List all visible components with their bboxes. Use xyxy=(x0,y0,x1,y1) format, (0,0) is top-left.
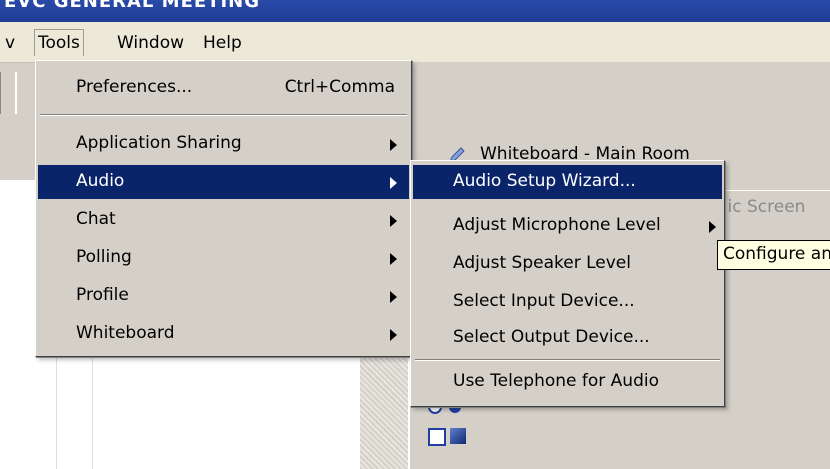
title-bar: EVC GENERAL MEETING xyxy=(0,0,830,22)
audio-submenu: Audio Setup Wizard... Adjust Microphone … xyxy=(410,160,725,407)
submenu-arrow-icon xyxy=(390,291,397,303)
menu-item-audio[interactable]: Audio xyxy=(38,165,409,199)
menu-item-label: Chat xyxy=(76,209,116,229)
tab-public-screen[interactable]: blic Screen xyxy=(712,197,805,217)
menu-item-polling[interactable]: Polling xyxy=(38,241,409,275)
menu-item-use-telephone-for-audio[interactable]: Use Telephone for Audio xyxy=(413,365,722,399)
filled-rectangle-tool-icon[interactable] xyxy=(450,428,466,444)
menu-item-select-input-device[interactable]: Select Input Device... xyxy=(413,285,722,319)
menubar-item-view[interactable]: v xyxy=(2,30,18,56)
menu-item-label: Use Telephone for Audio xyxy=(453,371,660,391)
menu-separator xyxy=(415,359,720,361)
menu-item-label: Adjust Speaker Level xyxy=(453,253,631,273)
menu-item-label: Audio Setup Wizard... xyxy=(453,171,636,191)
menu-item-whiteboard[interactable]: Whiteboard xyxy=(38,317,409,351)
submenu-arrow-icon xyxy=(390,253,397,265)
menu-bar: v Tools Window Help xyxy=(0,22,830,63)
menu-item-adjust-speaker-level[interactable]: Adjust Speaker Level xyxy=(413,247,722,281)
submenu-arrow-icon xyxy=(390,139,397,151)
submenu-arrow-icon xyxy=(390,215,397,227)
menu-item-profile[interactable]: Profile xyxy=(38,279,409,313)
submenu-arrow-icon xyxy=(709,221,716,233)
submenu-arrow-icon xyxy=(390,329,397,341)
menu-item-preferences[interactable]: Preferences... Ctrl+Comma xyxy=(38,71,409,105)
menu-item-select-output-device[interactable]: Select Output Device... xyxy=(413,321,722,355)
tooltip-text: Configure and xyxy=(723,244,830,264)
menu-item-label: Application Sharing xyxy=(76,133,242,153)
menu-item-label: Audio xyxy=(76,171,125,191)
tools-menu: Preferences... Ctrl+Comma Application Sh… xyxy=(35,60,412,357)
menu-separator xyxy=(40,114,407,116)
top-panel xyxy=(410,62,830,132)
menu-item-application-sharing[interactable]: Application Sharing xyxy=(38,127,409,161)
menubar-item-help[interactable]: Help xyxy=(200,30,245,56)
tooltip: Configure and xyxy=(717,240,830,270)
menu-item-shortcut: Ctrl+Comma xyxy=(284,77,395,97)
menubar-item-tools[interactable]: Tools xyxy=(34,29,84,56)
menu-item-label: Whiteboard xyxy=(76,323,175,343)
menu-item-label: Adjust Microphone Level xyxy=(453,215,661,235)
menu-item-audio-setup-wizard[interactable]: Audio Setup Wizard... xyxy=(413,165,722,199)
menu-item-adjust-microphone-level[interactable]: Adjust Microphone Level xyxy=(413,209,722,243)
menubar-item-window[interactable]: Window xyxy=(114,30,187,56)
menu-item-label: Select Output Device... xyxy=(453,327,650,347)
toolbar-handle[interactable] xyxy=(0,72,17,114)
submenu-arrow-icon xyxy=(390,177,397,189)
window-title: EVC GENERAL MEETING xyxy=(4,0,260,12)
menu-item-chat[interactable]: Chat xyxy=(38,203,409,237)
menu-item-label: Profile xyxy=(76,285,129,305)
menu-item-label: Select Input Device... xyxy=(453,291,635,311)
rectangle-tool-icon[interactable] xyxy=(428,428,446,446)
menu-item-label: Preferences... xyxy=(76,77,193,97)
menu-item-label: Polling xyxy=(76,247,132,267)
